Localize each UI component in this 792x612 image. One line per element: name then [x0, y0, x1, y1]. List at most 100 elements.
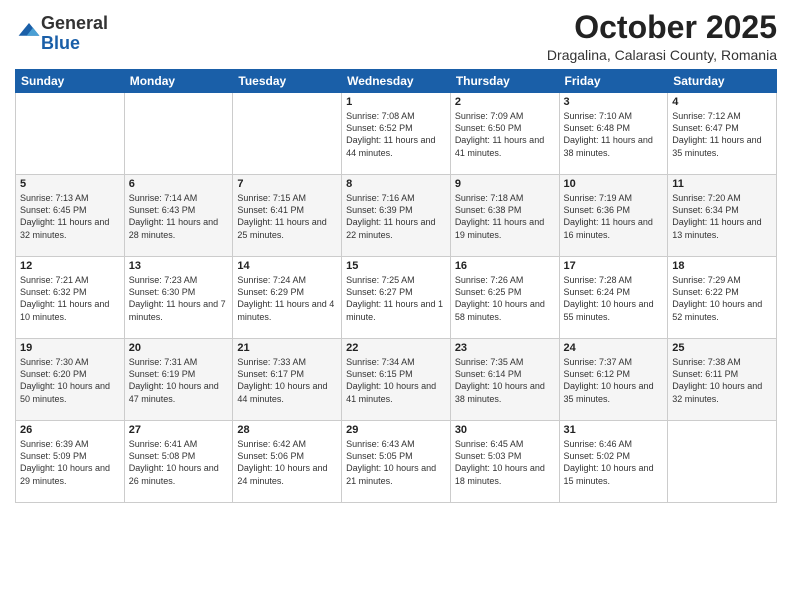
day-info: Sunrise: 7:29 AM Sunset: 6:22 PM Dayligh…	[672, 274, 772, 323]
header-monday: Monday	[124, 70, 233, 93]
logo-general: General	[41, 13, 108, 33]
day-number: 22	[346, 342, 446, 354]
day-number: 19	[20, 342, 120, 354]
day-number: 26	[20, 424, 120, 436]
day-info: Sunrise: 6:41 AM Sunset: 5:08 PM Dayligh…	[129, 438, 229, 487]
table-row: 25Sunrise: 7:38 AM Sunset: 6:11 PM Dayli…	[668, 339, 777, 421]
table-row: 26 Sunrise: 6:39 AM Sunset: 5:09 PM Dayli…	[16, 421, 125, 503]
day-info: Sunrise: 7:37 AM Sunset: 6:12 PM Dayligh…	[564, 356, 664, 405]
day-number: 20	[129, 342, 229, 354]
day-info: Sunrise: 7:15 AM Sunset: 6:41 PM Dayligh…	[237, 192, 337, 241]
day-info: Sunrise: 7:38 AM Sunset: 6:11 PM Dayligh…	[672, 356, 772, 405]
day-info: Sunrise: 7:08 AM Sunset: 6:52 PM Dayligh…	[346, 110, 446, 159]
day-info: Sunrise: 7:12 AM Sunset: 6:47 PM Dayligh…	[672, 110, 772, 159]
day-info: Sunrise: 7:19 AM Sunset: 6:36 PM Dayligh…	[564, 192, 664, 241]
day-number: 29	[346, 424, 446, 436]
table-row: 15Sunrise: 7:25 AM Sunset: 6:27 PM Dayli…	[342, 257, 451, 339]
day-info: Sunrise: 7:35 AM Sunset: 6:14 PM Dayligh…	[455, 356, 555, 405]
day-info: Sunrise: 7:18 AM Sunset: 6:38 PM Dayligh…	[455, 192, 555, 241]
day-number: 31	[564, 424, 664, 436]
day-info: Sunrise: 7:30 AM Sunset: 6:20 PM Dayligh…	[20, 356, 120, 405]
week-row-3: 19 Sunrise: 7:30 AM Sunset: 6:20 PM Dayli…	[16, 339, 777, 421]
day-number: 10	[564, 178, 664, 190]
logo: General Blue	[15, 14, 108, 54]
table-row: 13Sunrise: 7:23 AM Sunset: 6:30 PM Dayli…	[124, 257, 233, 339]
logo-blue: Blue	[41, 33, 80, 53]
day-info: Sunrise: 7:23 AM Sunset: 6:30 PM Dayligh…	[129, 274, 229, 323]
day-info: Sunrise: 6:43 AM Sunset: 5:05 PM Dayligh…	[346, 438, 446, 487]
table-row: 17 Sunrise: 7:28 AM Sunset: 6:24 PM Dayli…	[559, 257, 668, 339]
day-number: 7	[237, 178, 337, 190]
day-info: Sunrise: 7:31 AM Sunset: 6:19 PM Dayligh…	[129, 356, 229, 405]
table-row	[124, 93, 233, 175]
day-number: 30	[455, 424, 555, 436]
table-row: 31 Sunrise: 6:46 AM Sunset: 5:02 PM Dayli…	[559, 421, 668, 503]
table-row: 23Sunrise: 7:35 AM Sunset: 6:14 PM Dayli…	[450, 339, 559, 421]
day-info: Sunrise: 7:25 AM Sunset: 6:27 PM Dayligh…	[346, 274, 446, 323]
day-number: 4	[672, 96, 772, 108]
header-wednesday: Wednesday	[342, 70, 451, 93]
day-number: 11	[672, 178, 772, 190]
day-number: 5	[20, 178, 120, 190]
header-tuesday: Tuesday	[233, 70, 342, 93]
day-info: Sunrise: 7:16 AM Sunset: 6:39 PM Dayligh…	[346, 192, 446, 241]
table-row: 27 Sunrise: 6:41 AM Sunset: 5:08 PM Dayli…	[124, 421, 233, 503]
day-number: 6	[129, 178, 229, 190]
table-row: 2Sunrise: 7:09 AM Sunset: 6:50 PM Daylig…	[450, 93, 559, 175]
table-row	[16, 93, 125, 175]
table-row: 9Sunrise: 7:18 AM Sunset: 6:38 PM Daylig…	[450, 175, 559, 257]
table-row: 14Sunrise: 7:24 AM Sunset: 6:29 PM Dayli…	[233, 257, 342, 339]
day-number: 27	[129, 424, 229, 436]
day-number: 1	[346, 96, 446, 108]
table-row: 11 Sunrise: 7:20 AM Sunset: 6:34 PM Dayli…	[668, 175, 777, 257]
day-number: 8	[346, 178, 446, 190]
day-number: 24	[564, 342, 664, 354]
day-info: Sunrise: 7:10 AM Sunset: 6:48 PM Dayligh…	[564, 110, 664, 159]
day-info: Sunrise: 6:46 AM Sunset: 5:02 PM Dayligh…	[564, 438, 664, 487]
table-row: 1 Sunrise: 7:08 AM Sunset: 6:52 PM Daylig…	[342, 93, 451, 175]
day-info: Sunrise: 7:26 AM Sunset: 6:25 PM Dayligh…	[455, 274, 555, 323]
day-info: Sunrise: 6:39 AM Sunset: 5:09 PM Dayligh…	[20, 438, 120, 487]
day-number: 3	[564, 96, 664, 108]
table-row: 24 Sunrise: 7:37 AM Sunset: 6:12 PM Dayli…	[559, 339, 668, 421]
day-info: Sunrise: 7:20 AM Sunset: 6:34 PM Dayligh…	[672, 192, 772, 241]
table-row: 10 Sunrise: 7:19 AM Sunset: 6:36 PM Dayli…	[559, 175, 668, 257]
header-saturday: Saturday	[668, 70, 777, 93]
day-number: 28	[237, 424, 337, 436]
table-row: 30 Sunrise: 6:45 AM Sunset: 5:03 PM Dayli…	[450, 421, 559, 503]
table-row: 20 Sunrise: 7:31 AM Sunset: 6:19 PM Dayli…	[124, 339, 233, 421]
day-info: Sunrise: 7:34 AM Sunset: 6:15 PM Dayligh…	[346, 356, 446, 405]
day-number: 16	[455, 260, 555, 272]
logo-icon	[17, 21, 41, 41]
header-thursday: Thursday	[450, 70, 559, 93]
day-number: 21	[237, 342, 337, 354]
table-row: 22 Sunrise: 7:34 AM Sunset: 6:15 PM Dayli…	[342, 339, 451, 421]
day-info: Sunrise: 7:13 AM Sunset: 6:45 PM Dayligh…	[20, 192, 120, 241]
logo-text: General Blue	[41, 14, 108, 54]
table-row	[668, 421, 777, 503]
table-row: 29 Sunrise: 6:43 AM Sunset: 5:05 PM Dayli…	[342, 421, 451, 503]
day-info: Sunrise: 6:42 AM Sunset: 5:06 PM Dayligh…	[237, 438, 337, 487]
table-row: 8 Sunrise: 7:16 AM Sunset: 6:39 PM Daylig…	[342, 175, 451, 257]
day-info: Sunrise: 6:45 AM Sunset: 5:03 PM Dayligh…	[455, 438, 555, 487]
page: General Blue October 2025 Dragalina, Cal…	[0, 0, 792, 612]
day-number: 17	[564, 260, 664, 272]
day-number: 18	[672, 260, 772, 272]
day-info: Sunrise: 7:14 AM Sunset: 6:43 PM Dayligh…	[129, 192, 229, 241]
table-row: 4 Sunrise: 7:12 AM Sunset: 6:47 PM Daylig…	[668, 93, 777, 175]
table-row: 7 Sunrise: 7:15 AM Sunset: 6:41 PM Daylig…	[233, 175, 342, 257]
header: General Blue October 2025 Dragalina, Cal…	[15, 10, 777, 63]
location: Dragalina, Calarasi County, Romania	[547, 47, 777, 63]
day-info: Sunrise: 7:21 AM Sunset: 6:32 PM Dayligh…	[20, 274, 120, 323]
week-row-4: 26 Sunrise: 6:39 AM Sunset: 5:09 PM Dayli…	[16, 421, 777, 503]
week-row-0: 1 Sunrise: 7:08 AM Sunset: 6:52 PM Daylig…	[16, 93, 777, 175]
day-number: 14	[237, 260, 337, 272]
day-info: Sunrise: 7:28 AM Sunset: 6:24 PM Dayligh…	[564, 274, 664, 323]
header-friday: Friday	[559, 70, 668, 93]
table-row: 16 Sunrise: 7:26 AM Sunset: 6:25 PM Dayli…	[450, 257, 559, 339]
week-row-2: 12Sunrise: 7:21 AM Sunset: 6:32 PM Dayli…	[16, 257, 777, 339]
table-row: 21 Sunrise: 7:33 AM Sunset: 6:17 PM Dayli…	[233, 339, 342, 421]
table-row: 18 Sunrise: 7:29 AM Sunset: 6:22 PM Dayli…	[668, 257, 777, 339]
weekday-header-row: Sunday Monday Tuesday Wednesday Thursday…	[16, 70, 777, 93]
day-info: Sunrise: 7:33 AM Sunset: 6:17 PM Dayligh…	[237, 356, 337, 405]
